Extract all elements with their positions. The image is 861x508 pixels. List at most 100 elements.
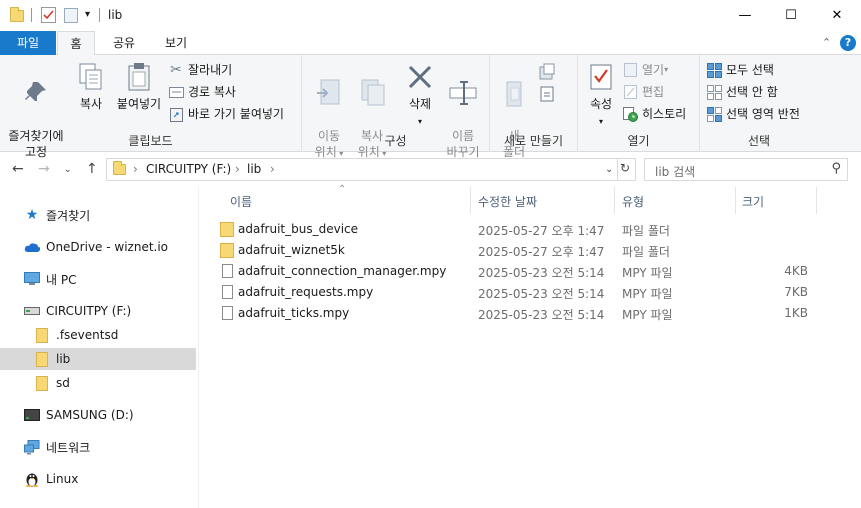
file-date: 2025-05-27 오후 1:47 (478, 245, 605, 259)
paste-shortcut-button[interactable]: 바로 가기 붙여넣기 (168, 104, 284, 124)
history-icon (622, 106, 638, 122)
file-row[interactable]: adafruit_connection_manager.mpy 2025-05-… (212, 261, 812, 282)
sidebar-item-quick-access[interactable]: ★ 즐겨찾기 (0, 204, 196, 226)
select-group: 모두 선택 선택 안 함 선택 영역 반전 선택 (700, 55, 818, 152)
properties-check-icon (586, 61, 616, 93)
linux-icon (24, 471, 40, 487)
copy-path-icon (168, 84, 184, 100)
select-all-button[interactable]: 모두 선택 (706, 60, 774, 80)
column-divider[interactable] (735, 187, 736, 214)
file-size: 7KB (784, 285, 808, 299)
customize-quick-access-icon[interactable]: ▾ (85, 9, 90, 20)
open-button[interactable]: 열기 ▾ (622, 60, 668, 80)
sidebar-item-sd[interactable]: sd (0, 372, 196, 394)
drive-icon (24, 407, 40, 423)
maximize-button[interactable]: ☐ (768, 0, 814, 31)
column-header-type[interactable]: 유형 (622, 193, 644, 210)
organize-group: 이동 위치 ▾ 복사 위치 ▾ 삭제 ▾ 이름 바꾸기 구성 (302, 55, 490, 159)
sidebar-item-circuitpy[interactable]: CIRCUITPY (F:) (0, 300, 196, 322)
select-none-button[interactable]: 선택 안 함 (706, 82, 778, 102)
file-row[interactable]: adafruit_ticks.mpy 2025-05-23 오전 5:14 MP… (212, 303, 812, 324)
forward-arrow-icon[interactable]: → (38, 161, 50, 177)
sidebar-item-fseventsd[interactable]: .fseventsd (0, 324, 196, 346)
open-label: 열기 (642, 63, 665, 77)
tab-share[interactable]: 공유 (104, 31, 144, 55)
minimize-button[interactable]: — (722, 0, 768, 31)
sidebar-item-samsung[interactable]: SAMSUNG (D:) (0, 404, 196, 426)
easy-access-icon[interactable] (538, 85, 560, 103)
refresh-icon[interactable]: ↻ (620, 161, 630, 175)
properties-button[interactable]: 속성 ▾ (582, 61, 620, 130)
breadcrumb-drive[interactable]: CIRCUITPY (F:) (146, 162, 231, 176)
tab-file[interactable]: 파일 (0, 31, 56, 55)
tab-home[interactable]: 홈 (57, 31, 95, 56)
column-header-date[interactable]: 수정한 날짜 (478, 193, 537, 210)
file-row[interactable]: adafruit_wiznet5k 2025-05-27 오후 1:47 파일 … (212, 240, 812, 261)
paste-button[interactable]: 붙여넣기 (113, 61, 165, 112)
new-folder-icon[interactable] (64, 8, 78, 23)
copy-path-label: 경로 복사 (188, 85, 236, 99)
edit-button[interactable]: 편집 (622, 82, 664, 102)
cut-button[interactable]: ✂ 잘라내기 (168, 60, 232, 80)
search-icon[interactable]: ⚲ (831, 161, 841, 176)
delete-button[interactable]: 삭제 ▾ (400, 61, 440, 130)
folder-icon (10, 7, 24, 22)
copy-button[interactable]: 복사 (72, 61, 110, 112)
breadcrumb-lib[interactable]: lib (247, 162, 261, 176)
pane-divider[interactable] (198, 187, 199, 508)
up-arrow-icon[interactable]: ↑ (86, 161, 98, 177)
invert-selection-icon (706, 106, 722, 122)
search-box[interactable]: lib 검색 ⚲ (644, 158, 848, 181)
file-row[interactable]: adafruit_bus_device 2025-05-27 오후 1:47 파… (212, 219, 812, 240)
folder-icon (220, 243, 234, 258)
column-header-size[interactable]: 크기 (742, 193, 764, 210)
sidebar-item-network[interactable]: 네트워크 (0, 436, 196, 458)
file-type: MPY 파일 (622, 287, 673, 301)
chevron-right-icon: › (235, 162, 240, 176)
file-date: 2025-05-23 오전 5:14 (478, 287, 605, 301)
folder-icon (34, 327, 50, 343)
file-date: 2025-05-27 오후 1:47 (478, 224, 605, 238)
back-arrow-icon[interactable]: ← (12, 161, 24, 177)
copy-path-button[interactable]: 경로 복사 (168, 82, 236, 102)
sidebar-item-this-pc[interactable]: 내 PC (0, 268, 196, 290)
folder-icon (34, 375, 50, 391)
invert-selection-button[interactable]: 선택 영역 반전 (706, 104, 800, 124)
file-icon (222, 306, 233, 320)
recent-locations-chevron-icon[interactable]: ⌄ (64, 165, 72, 175)
help-icon[interactable]: ? (840, 35, 856, 51)
sidebar-item-lib[interactable]: lib (0, 348, 196, 370)
sidebar-item-label: 내 PC (46, 272, 77, 287)
file-name: adafruit_bus_device (238, 222, 359, 236)
sidebar-item-linux[interactable]: Linux (0, 468, 196, 490)
properties-icon[interactable] (41, 7, 56, 23)
file-name: adafruit_connection_manager.mpy (238, 264, 447, 278)
column-divider[interactable] (470, 187, 471, 214)
navigation-pane: ★ 즐겨찾기 OneDrive - wiznet.io 내 PC CIRCUIT… (0, 187, 198, 508)
chevron-up-icon[interactable]: ⌃ (822, 36, 831, 49)
tab-view[interactable]: 보기 (156, 31, 196, 55)
file-icon (222, 264, 233, 278)
address-dropdown-icon[interactable]: ⌄ (605, 164, 613, 175)
address-bar[interactable]: › CIRCUITPY (F:) › lib › ⌄ ↻ (106, 158, 636, 181)
column-divider[interactable] (816, 187, 817, 214)
sidebar-item-label: .fseventsd (56, 328, 119, 342)
open-group: 속성 ▾ 열기 ▾ 편집 히스토리 열기 (578, 55, 700, 152)
file-row[interactable]: adafruit_requests.mpy 2025-05-23 오전 5:14… (212, 282, 812, 303)
sidebar-item-label: lib (56, 352, 71, 366)
divider (31, 8, 32, 22)
new-group-label: 새로 만들기 (503, 134, 563, 148)
sidebar-item-onedrive[interactable]: OneDrive - wiznet.io (0, 236, 196, 258)
history-button[interactable]: 히스토리 (622, 104, 686, 124)
close-button[interactable]: ✕ (814, 0, 860, 31)
select-none-icon (706, 84, 722, 100)
column-divider[interactable] (614, 187, 615, 214)
column-header-name[interactable]: 이름 (230, 193, 252, 210)
folder-icon (220, 222, 234, 237)
new-folder-icon (499, 77, 529, 109)
file-name: adafruit_wiznet5k (238, 243, 345, 257)
edit-label: 편집 (642, 85, 665, 99)
file-size: 1KB (784, 306, 808, 320)
select-all-label: 모두 선택 (726, 63, 774, 77)
new-item-icon[interactable] (538, 63, 560, 81)
